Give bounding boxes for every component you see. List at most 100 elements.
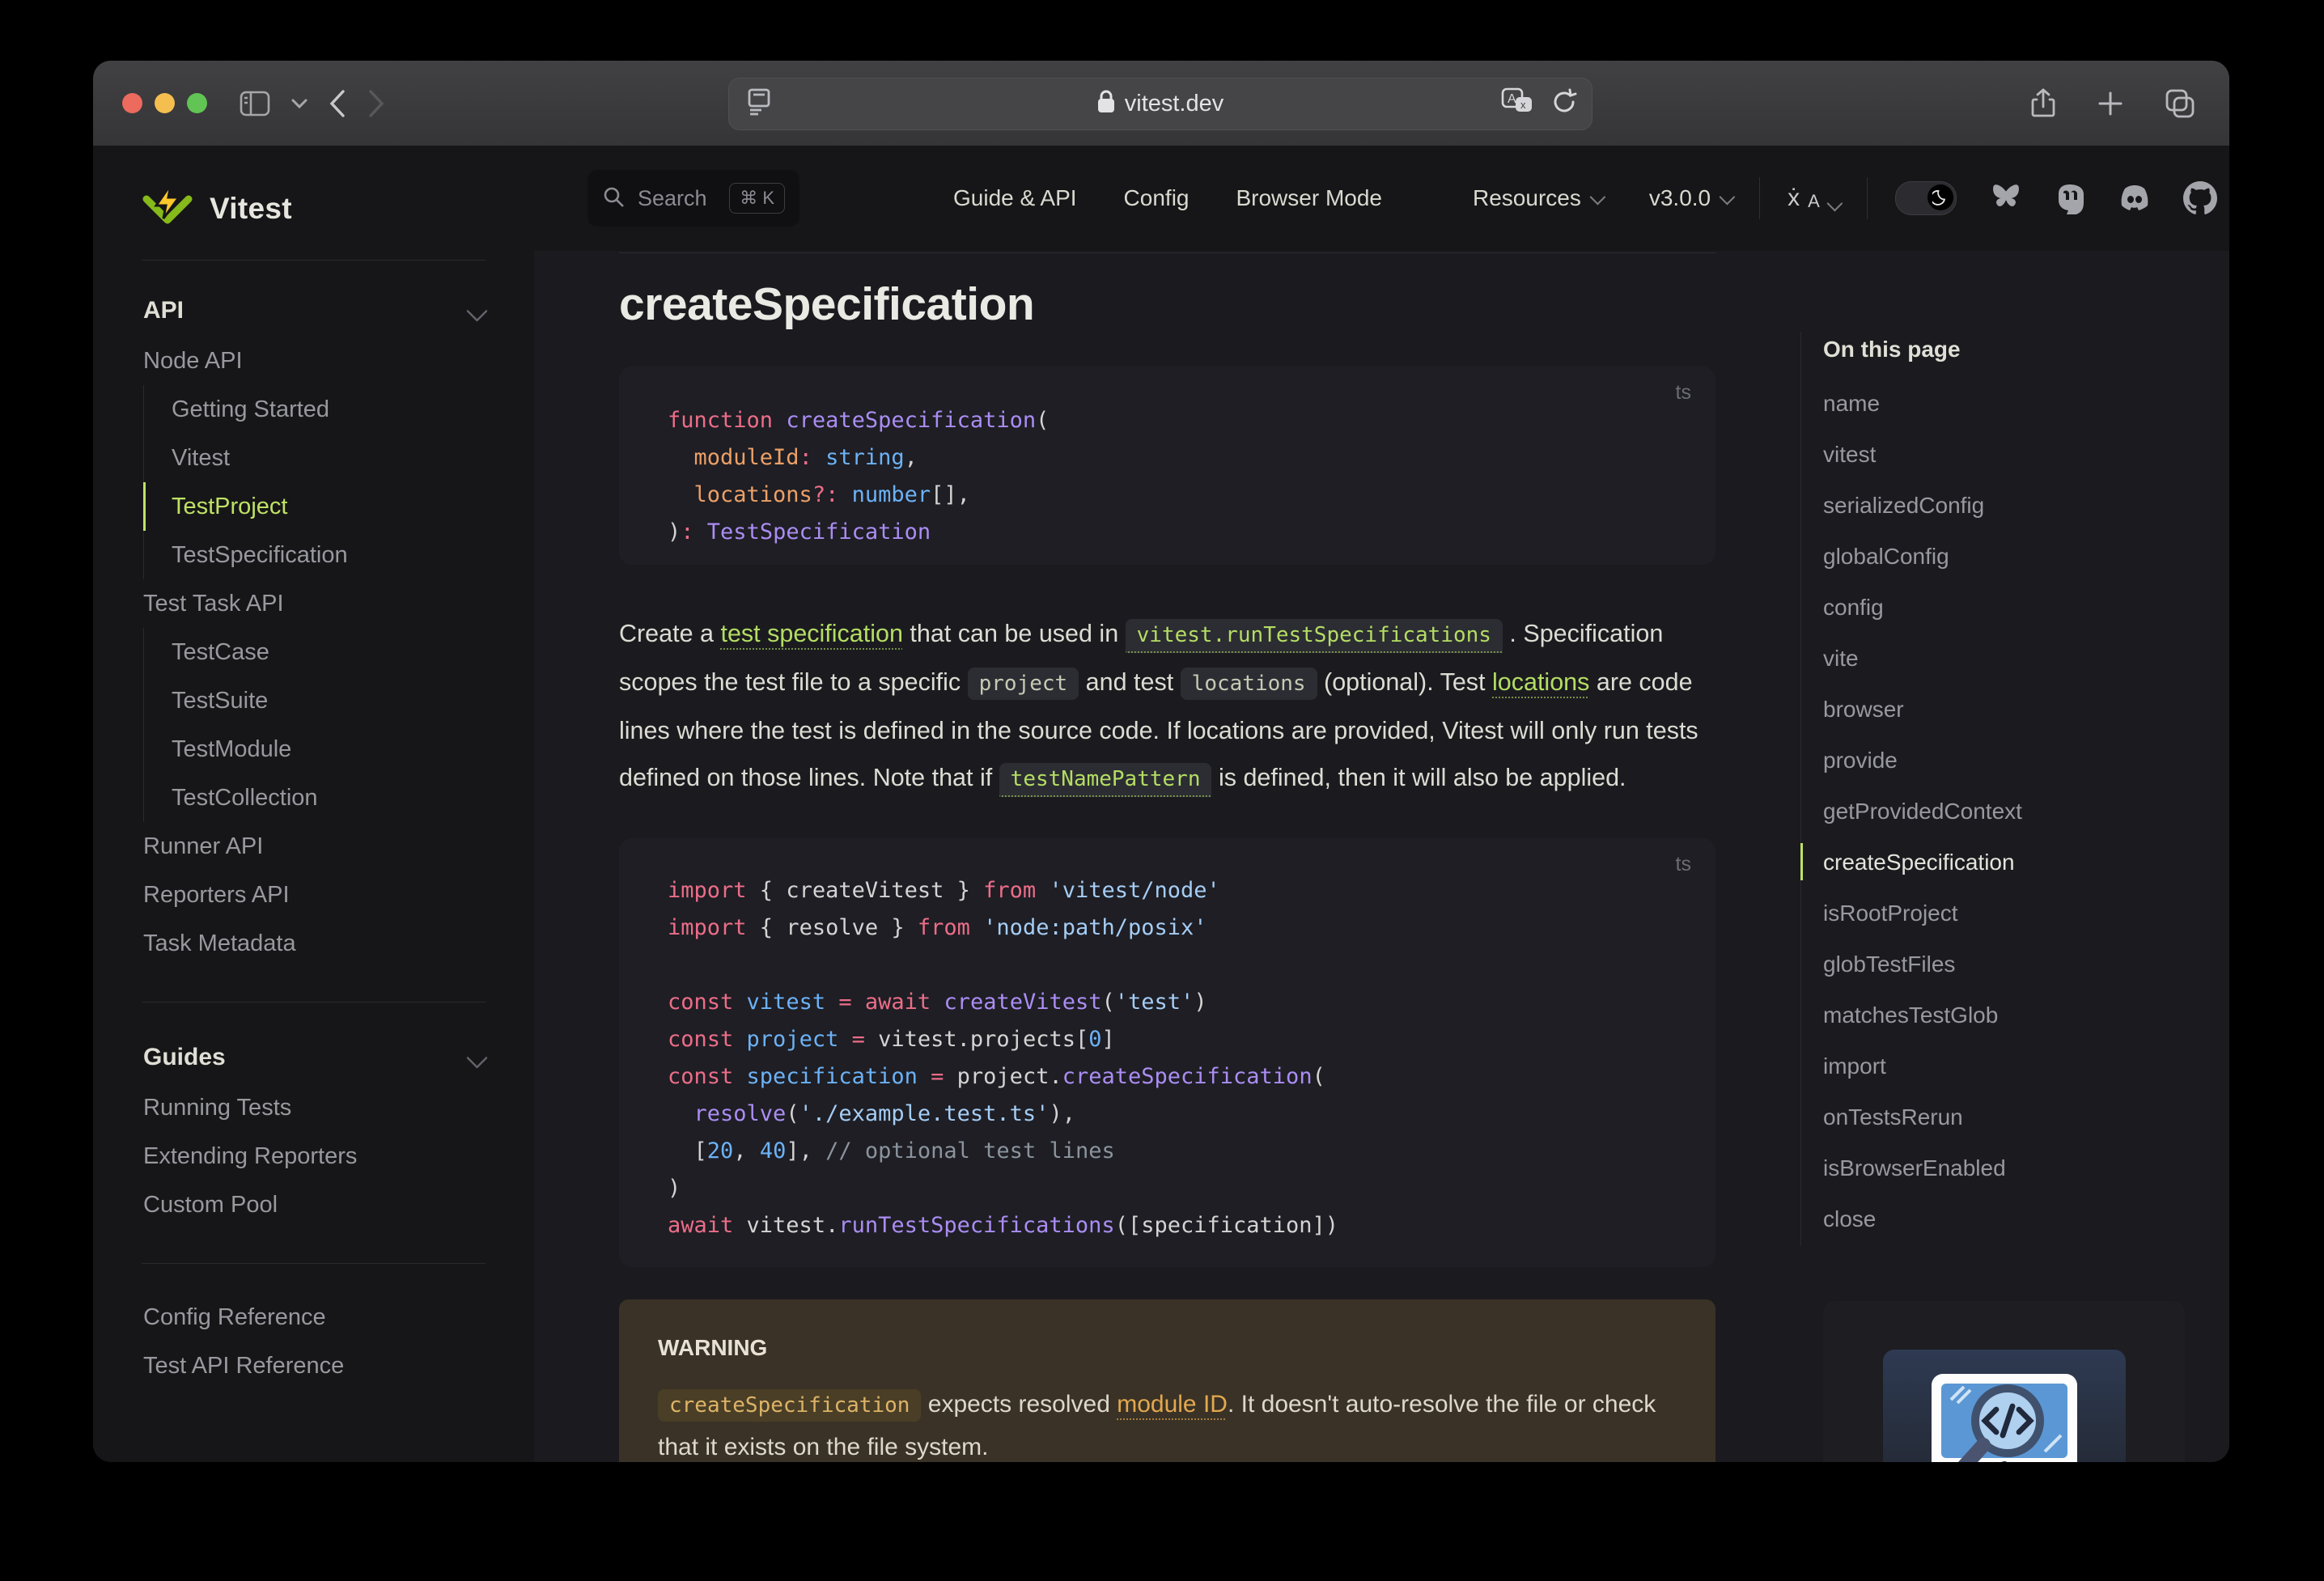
- inline-code-link[interactable]: testNamePattern: [999, 763, 1212, 797]
- address-bar[interactable]: vitest.dev A x: [728, 78, 1592, 130]
- outline-item-getprovidedcontext[interactable]: getProvidedContext: [1823, 786, 2189, 837]
- code-token: function: [668, 408, 787, 433]
- code-token: await: [668, 1213, 734, 1238]
- sidebar-item-testproject[interactable]: TestProject: [143, 482, 486, 531]
- outline-item-import[interactable]: import: [1823, 1041, 2189, 1091]
- nav-link-browser-mode[interactable]: Browser Mode: [1236, 185, 1382, 211]
- sidebar-item-getting-started[interactable]: Getting Started: [143, 385, 486, 434]
- reader-view-icon[interactable]: [747, 88, 771, 120]
- sidebar-toggle-icon[interactable]: [240, 91, 270, 117]
- doc-link[interactable]: locations: [1492, 668, 1589, 696]
- code-token: [: [668, 1138, 707, 1163]
- sidebar-group-api[interactable]: API: [143, 285, 488, 337]
- sidebar-item-test-api-reference[interactable]: Test API Reference: [143, 1342, 486, 1390]
- sidebar-item-extending-reporters[interactable]: Extending Reporters: [143, 1132, 486, 1180]
- warning-title: WARNING: [658, 1335, 768, 1360]
- sidebar-item-running-tests[interactable]: Running Tests: [143, 1083, 486, 1132]
- code-token: project.: [944, 1064, 1062, 1089]
- close-window-button[interactable]: [122, 93, 142, 113]
- mastodon-icon[interactable]: [2054, 182, 2086, 214]
- tab-overview-icon[interactable]: [2165, 88, 2195, 119]
- outline-item-provide[interactable]: provide: [1823, 735, 2189, 786]
- code-block-signature[interactable]: ts function createSpecification( moduleI…: [619, 367, 1715, 565]
- code-token: 20: [706, 1138, 734, 1163]
- outline-item-createspecification[interactable]: createSpecification: [1823, 837, 2189, 888]
- sidebar-item-node-api[interactable]: Node API: [143, 337, 486, 385]
- search-icon: [602, 185, 625, 212]
- outline-item-vitest[interactable]: vitest: [1823, 429, 2189, 480]
- nav-link-guide-api[interactable]: Guide & API: [953, 185, 1077, 211]
- nav-link-config[interactable]: Config: [1124, 185, 1190, 211]
- sidebar-item-test-task-api[interactable]: Test Task API: [143, 579, 486, 628]
- sidebar-item-vitest[interactable]: Vitest: [143, 434, 486, 482]
- sidebar-item-testsuite[interactable]: TestSuite: [143, 676, 486, 725]
- sidebar-item-testspecification[interactable]: TestSpecification: [143, 531, 486, 579]
- sidebar-item-task-metadata[interactable]: Task Metadata: [143, 919, 486, 968]
- code-block-example[interactable]: ts import { createVitest } from 'vitest/…: [619, 838, 1715, 1267]
- sidebar-group-guides[interactable]: Guides: [143, 1032, 488, 1083]
- code-token: =: [851, 1027, 865, 1052]
- language-menu[interactable]: ẋA: [1788, 186, 1843, 212]
- inline-code-link[interactable]: vitest.runTestSpecifications: [1125, 619, 1503, 653]
- outline-item-config[interactable]: config: [1823, 582, 2189, 633]
- outline-item-close[interactable]: close: [1823, 1193, 2189, 1244]
- zoom-window-button[interactable]: [187, 93, 207, 113]
- nav-version-menu[interactable]: v3.0.0: [1649, 185, 1736, 211]
- sidebar-item-runner-api[interactable]: Runner API: [143, 822, 486, 871]
- outline-item-name[interactable]: name: [1823, 378, 2189, 429]
- translate-icon[interactable]: A x: [1501, 87, 1533, 121]
- minimize-window-button[interactable]: [155, 93, 175, 113]
- sponsor-card[interactable]: [1823, 1301, 2185, 1462]
- code-lang-label: ts: [1675, 853, 1691, 875]
- outline-item-vite[interactable]: vite: [1823, 633, 2189, 684]
- bluesky-icon[interactable]: [1989, 183, 2023, 214]
- code-token: import: [668, 878, 747, 903]
- brand[interactable]: Vitest: [142, 181, 534, 235]
- sidebar-group-label: API: [143, 297, 184, 324]
- sidebar-item-reporters-api[interactable]: Reporters API: [143, 871, 486, 919]
- code-line: [20, 40], // optional test lines: [668, 1133, 1667, 1170]
- url-text[interactable]: vitest.dev: [1125, 91, 1224, 117]
- code-line: const project = vitest.projects[0]: [668, 1021, 1667, 1058]
- outline-item-isbrowserenabled[interactable]: isBrowserEnabled: [1823, 1142, 2189, 1193]
- text: and test: [1079, 668, 1181, 696]
- discord-icon[interactable]: [2117, 184, 2152, 213]
- code-line: await vitest.runTestSpecifications([spec…: [668, 1207, 1667, 1244]
- outline-item-globalconfig[interactable]: globalConfig: [1823, 531, 2189, 582]
- outline-item-globtestfiles[interactable]: globTestFiles: [1823, 939, 2189, 990]
- sidebar-item-config-reference[interactable]: Config Reference: [143, 1293, 486, 1342]
- share-icon[interactable]: [2030, 87, 2056, 120]
- reload-icon[interactable]: [1551, 88, 1577, 120]
- search-button[interactable]: Search ⌘ K: [587, 170, 799, 227]
- outline-item-isrootproject[interactable]: isRootProject: [1823, 888, 2189, 939]
- sidebar-item-testcase[interactable]: TestCase: [143, 628, 486, 676]
- code-token: [],: [931, 482, 970, 507]
- code-line: ): [668, 1170, 1667, 1207]
- sidebar-item-custom-pool[interactable]: Custom Pool: [143, 1180, 486, 1229]
- outline-item-serializedconfig[interactable]: serializedConfig: [1823, 480, 2189, 531]
- doc-link[interactable]: module ID: [1117, 1391, 1228, 1418]
- code-line: const specification = project.createSpec…: [668, 1058, 1667, 1096]
- outline-item-ontestsrerun[interactable]: onTestsRerun: [1823, 1091, 2189, 1142]
- outline-item-matchestestglob[interactable]: matchesTestGlob: [1823, 990, 2189, 1041]
- code-token: 40: [759, 1138, 787, 1163]
- sidebar-item-testmodule[interactable]: TestModule: [143, 725, 486, 774]
- sidebar-item-testcollection[interactable]: TestCollection: [143, 774, 486, 822]
- code-token: const: [668, 990, 734, 1015]
- nav-resources-menu[interactable]: Resources: [1473, 185, 1606, 211]
- theme-toggle[interactable]: [1894, 181, 1957, 215]
- code-token: ?:: [812, 482, 839, 507]
- new-tab-icon[interactable]: [2097, 90, 2124, 117]
- back-button[interactable]: [329, 89, 346, 118]
- forward-button[interactable]: [367, 89, 385, 118]
- doc-link[interactable]: test specification: [720, 620, 902, 647]
- brand-name: Vitest: [210, 191, 292, 225]
- github-icon[interactable]: [2182, 181, 2217, 215]
- outline-item-browser[interactable]: browser: [1823, 684, 2189, 735]
- sidebar-chevron-icon[interactable]: [291, 98, 307, 109]
